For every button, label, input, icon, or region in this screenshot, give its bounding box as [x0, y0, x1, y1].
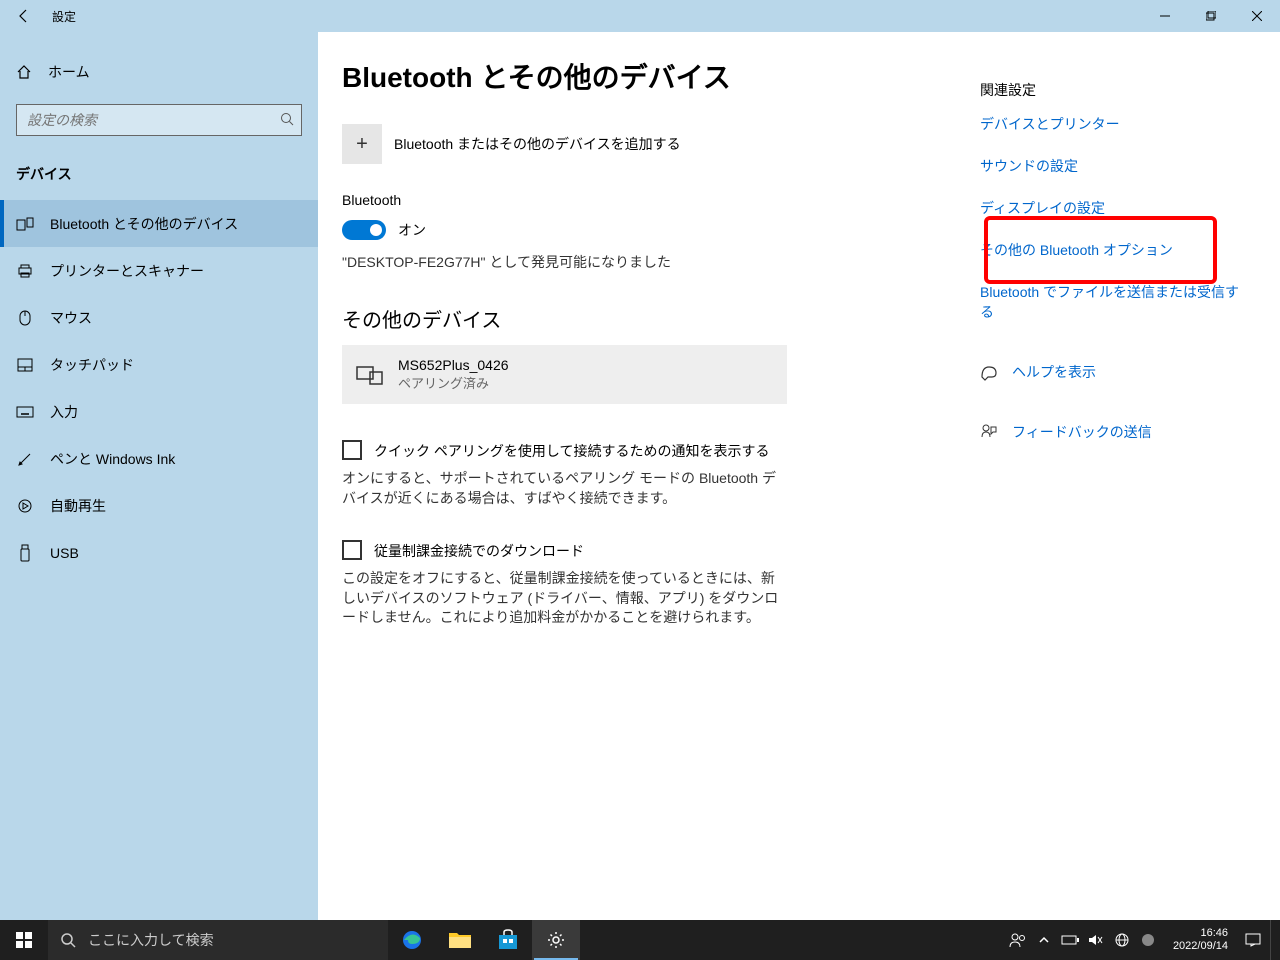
- home-label: ホーム: [48, 62, 90, 82]
- taskbar-settings[interactable]: [532, 920, 580, 960]
- sidebar: ホーム デバイス Bluetooth とその他のデバイス プリンターとスキャナー…: [0, 32, 318, 920]
- nav-label: 入力: [50, 402, 78, 422]
- titlebar: 設定: [0, 0, 1280, 32]
- bluetooth-devices-icon: [16, 215, 34, 233]
- tray-people-icon[interactable]: [1009, 931, 1027, 949]
- nav-label: ペンと Windows Ink: [50, 449, 175, 469]
- metered-label: 従量制課金接続でのダウンロード: [374, 540, 584, 561]
- search-icon: [60, 932, 76, 948]
- help-icon: [980, 363, 998, 381]
- nav-label: タッチパッド: [50, 355, 134, 375]
- tray-action-center-icon[interactable]: [1244, 931, 1262, 949]
- device-status: ペアリング済み: [398, 373, 509, 392]
- nav-label: 自動再生: [50, 496, 106, 516]
- help-link[interactable]: ヘルプを表示: [1012, 362, 1096, 382]
- taskbar-search[interactable]: ここに入力して検索: [48, 920, 388, 960]
- quick-pair-checkbox[interactable]: [342, 440, 362, 460]
- device-icon: [354, 359, 386, 391]
- close-button[interactable]: [1234, 0, 1280, 32]
- window-title: 設定: [52, 8, 76, 25]
- home-icon: [16, 64, 32, 80]
- page-heading: Bluetooth とその他のデバイス: [342, 56, 980, 96]
- nav-typing[interactable]: 入力: [0, 388, 318, 435]
- taskbar-search-placeholder: ここに入力して検索: [88, 930, 214, 950]
- toggle-state-label: オン: [398, 220, 426, 240]
- taskbar: ここに入力して検索 16:46 2022/09/14: [0, 920, 1280, 960]
- nav-usb[interactable]: USB: [0, 529, 318, 576]
- tray-chevron-up-icon[interactable]: [1035, 931, 1053, 949]
- touchpad-icon: [16, 356, 34, 374]
- mouse-icon: [16, 309, 34, 327]
- tray-volume-icon[interactable]: [1087, 931, 1105, 949]
- quick-pair-description: オンにすると、サポートされているペアリング モードの Bluetooth デバイ…: [342, 469, 787, 508]
- usb-icon: [16, 544, 34, 562]
- maximize-button[interactable]: [1188, 0, 1234, 32]
- link-devices-printers[interactable]: デバイスとプリンター: [980, 114, 1240, 134]
- nav-label: Bluetooth とその他のデバイス: [50, 214, 238, 234]
- feedback-icon: [980, 423, 998, 441]
- plus-icon: +: [342, 124, 382, 164]
- back-button[interactable]: [0, 0, 48, 32]
- other-devices-heading: その他のデバイス: [342, 304, 980, 333]
- device-name: MS652Plus_0426: [398, 357, 509, 373]
- search-container: [16, 104, 302, 136]
- search-icon: [280, 112, 294, 126]
- sidebar-category: デバイス: [0, 152, 318, 200]
- tray-network-icon[interactable]: [1113, 931, 1131, 949]
- search-input[interactable]: [16, 104, 302, 136]
- taskbar-explorer[interactable]: [436, 920, 484, 960]
- clock-date: 2022/09/14: [1173, 940, 1228, 953]
- related-settings-panel: 関連設定 デバイスとプリンター サウンドの設定 ディスプレイの設定 その他の B…: [980, 56, 1240, 920]
- taskbar-edge[interactable]: [388, 920, 436, 960]
- metered-description: この設定をオフにすると、従量制課金接続を使っているときには、新しいデバイスのソフ…: [342, 569, 787, 628]
- related-heading: 関連設定: [980, 80, 1240, 100]
- printer-icon: [16, 262, 34, 280]
- discoverable-status: "DESKTOP-FE2G77H" として発見可能になりました: [342, 252, 980, 272]
- keyboard-icon: [16, 403, 34, 421]
- show-desktop-button[interactable]: [1270, 920, 1276, 960]
- minimize-button[interactable]: [1142, 0, 1188, 32]
- link-sound-settings[interactable]: サウンドの設定: [980, 156, 1240, 176]
- content-area: Bluetooth とその他のデバイス + Bluetooth またはその他のデ…: [318, 32, 1280, 920]
- feedback-link[interactable]: フィードバックの送信: [1012, 422, 1152, 442]
- metered-checkbox[interactable]: [342, 540, 362, 560]
- device-item[interactable]: MS652Plus_0426 ペアリング済み: [342, 345, 787, 404]
- link-display-settings[interactable]: ディスプレイの設定: [980, 198, 1240, 218]
- autoplay-icon: [16, 497, 34, 515]
- bluetooth-section-label: Bluetooth: [342, 192, 980, 208]
- add-device-button[interactable]: + Bluetooth またはその他のデバイスを追加する: [342, 124, 980, 164]
- tray-info-icon[interactable]: [1139, 931, 1157, 949]
- nav-mouse[interactable]: マウス: [0, 294, 318, 341]
- pen-icon: [16, 450, 34, 468]
- bluetooth-toggle[interactable]: [342, 220, 386, 240]
- home-nav[interactable]: ホーム: [0, 52, 318, 92]
- nav-label: マウス: [50, 308, 92, 328]
- nav-touchpad[interactable]: タッチパッド: [0, 341, 318, 388]
- quick-pair-label: クイック ペアリングを使用して接続するための通知を表示する: [374, 440, 769, 461]
- nav-autoplay[interactable]: 自動再生: [0, 482, 318, 529]
- taskbar-clock[interactable]: 16:46 2022/09/14: [1165, 927, 1236, 953]
- system-tray: 16:46 2022/09/14: [1009, 920, 1280, 960]
- add-device-label: Bluetooth またはその他のデバイスを追加する: [394, 134, 681, 154]
- start-button[interactable]: [0, 920, 48, 960]
- nav-printers[interactable]: プリンターとスキャナー: [0, 247, 318, 294]
- link-more-bluetooth-options[interactable]: その他の Bluetooth オプション: [980, 240, 1240, 260]
- taskbar-store[interactable]: [484, 920, 532, 960]
- clock-time: 16:46: [1173, 927, 1228, 940]
- nav-bluetooth[interactable]: Bluetooth とその他のデバイス: [0, 200, 318, 247]
- tray-battery-icon[interactable]: [1061, 931, 1079, 949]
- link-send-receive-files[interactable]: Bluetooth でファイルを送信または受信する: [980, 282, 1240, 322]
- nav-label: プリンターとスキャナー: [50, 261, 204, 281]
- nav-label: USB: [50, 545, 79, 561]
- nav-pen[interactable]: ペンと Windows Ink: [0, 435, 318, 482]
